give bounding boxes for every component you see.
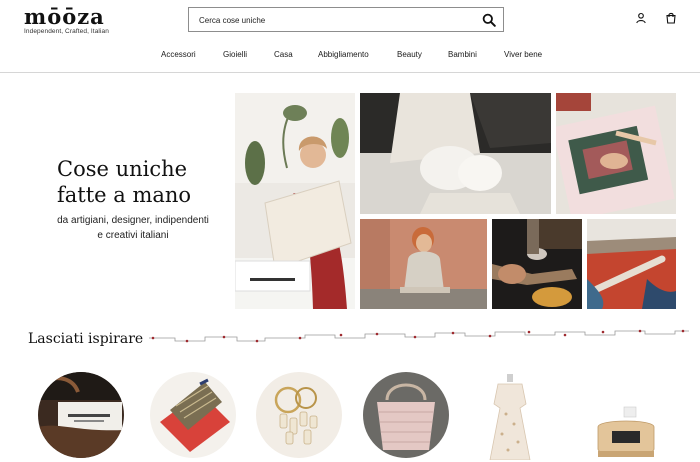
inspire-item-crochet-bag[interactable] bbox=[363, 372, 449, 458]
nav-item-bambini[interactable]: Bambini bbox=[448, 50, 477, 59]
inspire-item-wooden-lamp[interactable] bbox=[590, 405, 662, 460]
search-bar bbox=[188, 7, 504, 32]
hero-photo-metalwork bbox=[492, 219, 582, 309]
inspire-item-leather-bag[interactable] bbox=[38, 372, 124, 458]
search-input[interactable] bbox=[197, 11, 471, 30]
nav-item-beauty[interactable]: Beauty bbox=[397, 50, 422, 59]
hero-photo-weaving bbox=[587, 219, 676, 309]
nav-item-abbigliamento[interactable]: Abbigliamento bbox=[318, 50, 369, 59]
brand-name: mōōza bbox=[24, 4, 105, 29]
hero-title: Cose uniche fatte a mano bbox=[57, 156, 191, 208]
hero-photo-embroidery-frame bbox=[556, 93, 676, 214]
brand-tagline: Independent, Crafted, Italian bbox=[24, 28, 109, 35]
search-icon[interactable] bbox=[482, 13, 496, 27]
hero-title-line1: Cose uniche bbox=[57, 157, 188, 181]
nav-item-accessori[interactable]: Accessori bbox=[161, 50, 196, 59]
site-header: mōōza Independent, Crafted, Italian Acce… bbox=[0, 0, 700, 73]
hero-photo-artisan-woman bbox=[235, 93, 355, 309]
hero-subtitle-line1: da artigiani, designer, indipendenti bbox=[57, 215, 209, 226]
hero-photo-ceramist bbox=[360, 219, 487, 309]
section-title-inspire: Lasciati ispirare bbox=[28, 331, 144, 347]
category-nav: Accessori Gioielli Casa Abbigliamento Be… bbox=[0, 50, 700, 66]
inspire-item-woven-clutch[interactable] bbox=[150, 372, 236, 458]
hero-title-line2: fatte a mano bbox=[57, 183, 192, 207]
shopping-bag-icon[interactable] bbox=[665, 12, 677, 24]
user-icon[interactable] bbox=[635, 12, 647, 24]
hero-subtitle-line2: e creativi italiani bbox=[97, 230, 169, 241]
hero-photo-hands-crafting bbox=[360, 93, 551, 214]
decorative-stitch-line bbox=[149, 329, 689, 343]
inspire-item-keychain[interactable] bbox=[256, 372, 342, 458]
nav-item-gioielli[interactable]: Gioielli bbox=[223, 50, 247, 59]
nav-item-casa[interactable]: Casa bbox=[274, 50, 293, 59]
brand-logo[interactable]: mōōza Independent, Crafted, Italian bbox=[24, 4, 109, 36]
nav-item-viver-bene[interactable]: Viver bene bbox=[504, 50, 542, 59]
hero-subtitle: da artigiani, designer, indipendenti e c… bbox=[33, 213, 233, 243]
inspire-item-floral-dress[interactable] bbox=[482, 374, 538, 460]
